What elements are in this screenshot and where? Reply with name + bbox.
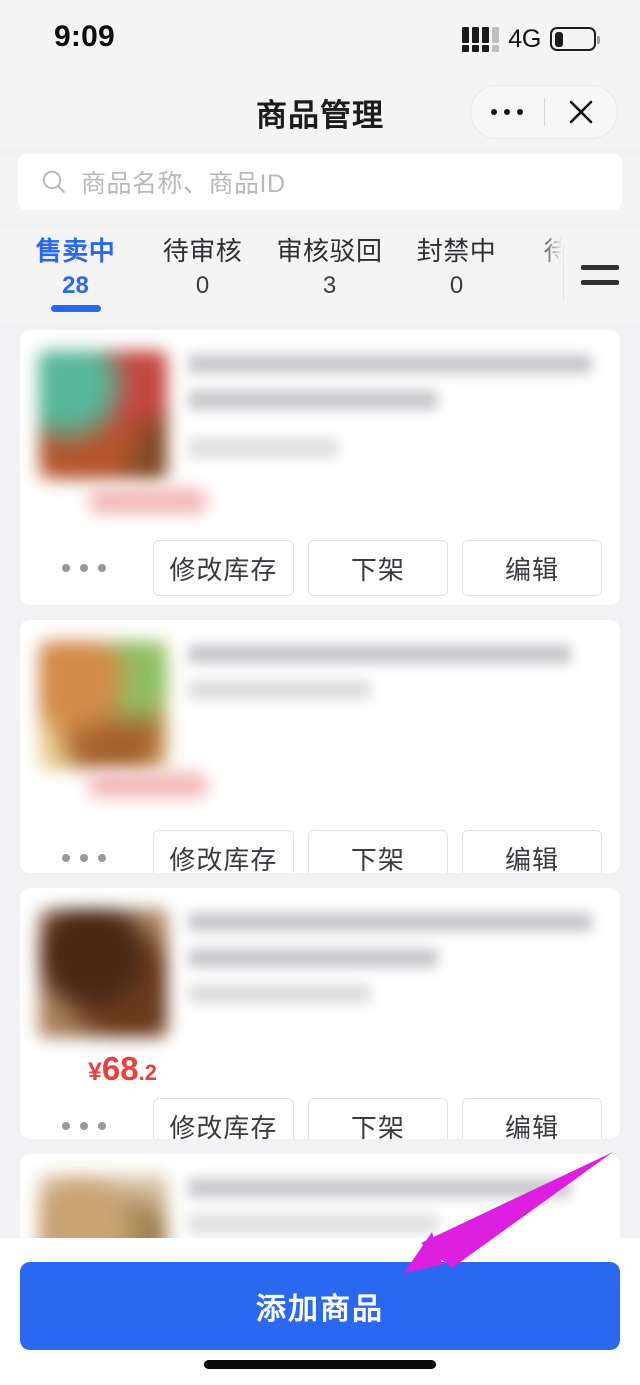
price-integer: 68 [101, 1050, 139, 1087]
tabs-divider [563, 246, 564, 302]
tab-rejected[interactable]: 审核驳回 3 [266, 226, 393, 322]
product-price-row [20, 772, 620, 820]
tabs-scroller[interactable]: 售卖中 28 待审核 0 审核驳回 3 封禁中 0 待提交 [0, 226, 562, 322]
modify-stock-button[interactable]: 修改库存 [152, 540, 294, 596]
status-indicators: 4G [462, 24, 600, 54]
status-bar: 9:09 4G [0, 0, 640, 76]
wechat-capsule [470, 85, 618, 139]
status-time: 9:09 [54, 20, 115, 53]
more-dots-icon[interactable] [38, 1122, 139, 1130]
product-info [170, 906, 604, 1040]
tab-count: 0 [195, 272, 210, 299]
more-dots-icon[interactable] [471, 109, 544, 115]
product-thumbnail [38, 1174, 168, 1238]
product-info [170, 348, 604, 482]
tab-label: 待审核 [162, 236, 243, 266]
product-thumbnail [38, 908, 168, 1038]
battery-low-icon [550, 27, 600, 51]
tab-active-indicator [50, 305, 101, 312]
product-card[interactable]: 修改库存 下架 编辑 [20, 330, 620, 605]
price-currency: ¥ [88, 1058, 102, 1086]
tab-label: 审核驳回 [276, 236, 383, 266]
edit-button[interactable]: 编辑 [461, 830, 603, 873]
product-card[interactable]: ¥68.2 修改库存 下架 编辑 [20, 888, 620, 1139]
product-info [170, 638, 604, 772]
product-info [170, 1172, 604, 1238]
search-section: 商品名称、商品ID [0, 154, 640, 216]
tab-banned[interactable]: 封禁中 0 [393, 226, 520, 322]
more-dots-icon[interactable] [38, 564, 139, 572]
product-card[interactable] [20, 1154, 620, 1238]
nav-bar: 商品管理 [0, 76, 640, 148]
product-summary [20, 1154, 620, 1238]
product-thumbnail [38, 350, 168, 480]
status-tabs-bar: 售卖中 28 待审核 0 审核驳回 3 封禁中 0 待提交 [0, 226, 640, 322]
take-down-button[interactable]: 下架 [307, 540, 448, 596]
product-card[interactable]: 修改库存 下架 编辑 [20, 620, 620, 873]
product-action-row: 修改库存 下架 编辑 [20, 1088, 620, 1139]
take-down-button[interactable]: 下架 [307, 1098, 448, 1139]
tabs-fade-overlay [540, 226, 562, 322]
home-indicator [204, 1360, 436, 1369]
product-price: ¥68.2 [88, 1050, 157, 1087]
hamburger-menu-icon[interactable] [574, 254, 626, 296]
search-icon [42, 170, 65, 193]
product-summary [20, 620, 620, 776]
close-x-icon[interactable] [545, 97, 618, 127]
edit-button[interactable]: 编辑 [461, 540, 603, 596]
product-thumbnail [38, 640, 168, 770]
bottom-action-bar: 添加商品 [0, 1238, 640, 1385]
edit-button[interactable]: 编辑 [461, 1098, 603, 1139]
tab-count: 3 [322, 272, 337, 299]
tab-label: 售卖中 [35, 236, 116, 266]
tab-pending-review[interactable]: 待审核 0 [139, 226, 266, 322]
phone-screen: 9:09 4G 商品管理 商品名称、商品ID 售卖中 28 待审核 0 审核驳回… [0, 0, 640, 1385]
more-dots-icon[interactable] [38, 854, 139, 862]
tab-label: 封禁中 [416, 236, 497, 266]
product-list[interactable]: 修改库存 下架 编辑 修改库存 下架 编辑 ¥68.2 修改库存 下架 编辑 [0, 322, 640, 1238]
search-input[interactable]: 商品名称、商品ID [18, 154, 622, 210]
tab-on-sale[interactable]: 售卖中 28 [12, 226, 139, 322]
network-type-label: 4G [508, 24, 541, 53]
product-summary [20, 330, 620, 486]
take-down-button[interactable]: 下架 [307, 830, 448, 873]
modify-stock-button[interactable]: 修改库存 [152, 830, 294, 873]
modify-stock-button[interactable]: 修改库存 [152, 1098, 294, 1139]
add-product-button[interactable]: 添加商品 [20, 1262, 620, 1350]
tab-count: 28 [62, 272, 89, 299]
product-action-row: 修改库存 下架 编辑 [20, 820, 620, 873]
signal-dots-icon [462, 26, 500, 52]
product-action-row: 修改库存 下架 编辑 [20, 530, 620, 605]
product-price-row: ¥68.2 [20, 1044, 620, 1088]
price-decimal: .2 [138, 1060, 157, 1085]
search-placeholder: 商品名称、商品ID [81, 170, 286, 198]
tab-count: 0 [449, 272, 464, 299]
product-price-row [20, 486, 620, 530]
tabs-list: 售卖中 28 待审核 0 审核驳回 3 封禁中 0 待提交 [0, 226, 562, 322]
product-summary [20, 888, 620, 1044]
